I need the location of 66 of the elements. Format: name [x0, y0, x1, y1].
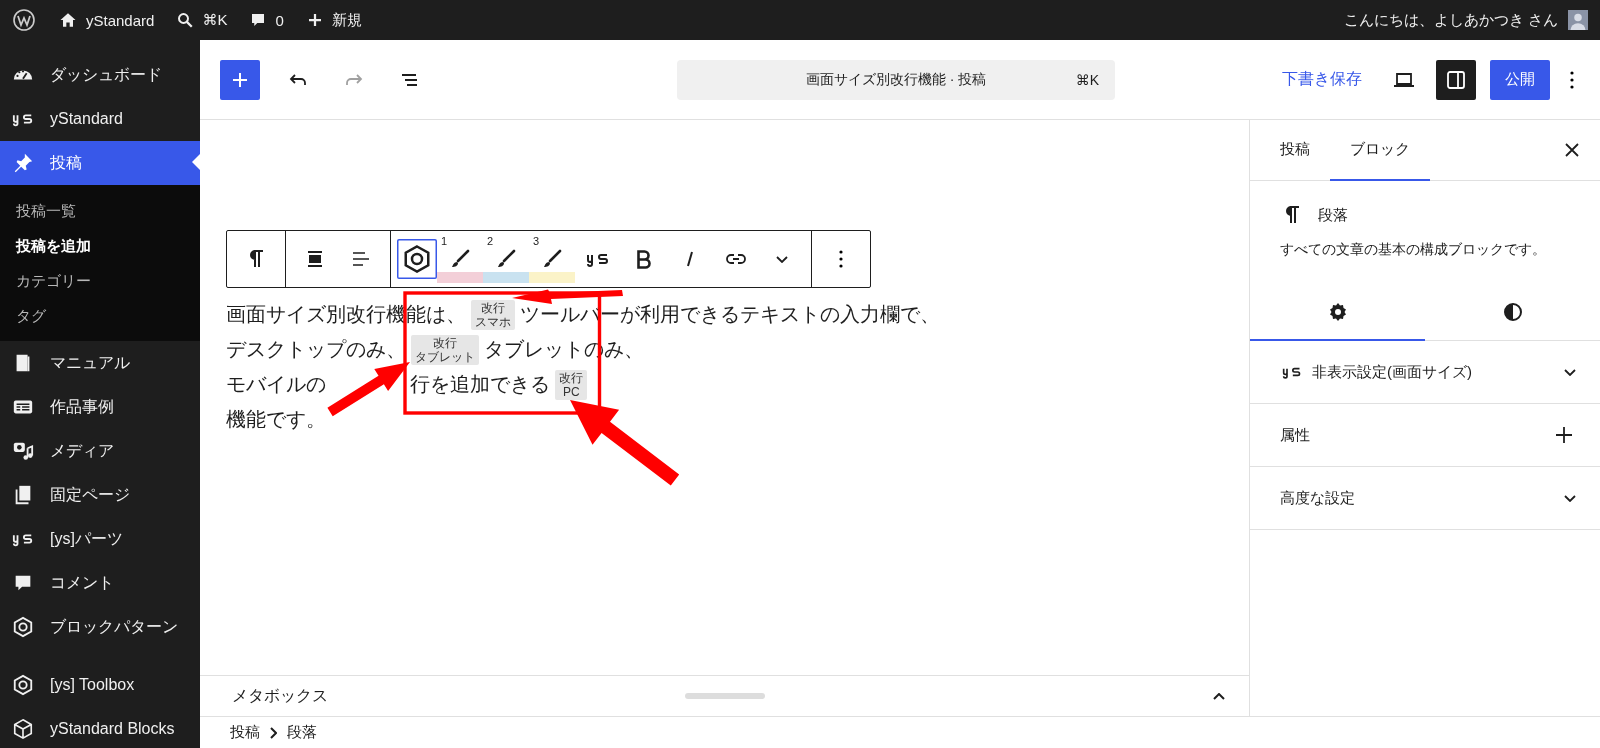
- menu-item[interactable]: yStandard: [0, 97, 200, 141]
- menu-item[interactable]: 投稿: [0, 141, 200, 185]
- line-break-badge: 改行 スマホ: [471, 299, 515, 330]
- submenu-item[interactable]: 投稿を追加: [0, 228, 200, 263]
- submenu-item[interactable]: タグ: [0, 298, 200, 333]
- menu-item[interactable]: メディア: [0, 429, 200, 473]
- submenu-item[interactable]: 投稿一覧: [0, 193, 200, 228]
- menu-item[interactable]: [ys] Toolbox: [0, 663, 200, 707]
- resize-handle[interactable]: [684, 693, 765, 699]
- breadcrumb-link[interactable]: 段落: [287, 723, 317, 742]
- italic-icon: [687, 251, 693, 267]
- metabox-title: メタボックス: [232, 685, 328, 706]
- chevron-right-icon: [270, 726, 277, 739]
- site-link[interactable]: yStandard: [58, 10, 155, 30]
- sidebar-tab[interactable]: ブロック: [1330, 120, 1430, 181]
- sidebar-toggle-button[interactable]: [1436, 59, 1476, 100]
- highlighter-button[interactable]: 2: [483, 235, 529, 283]
- publish-button[interactable]: 公開: [1490, 59, 1550, 100]
- hexagon-icon: [402, 244, 432, 274]
- chevron-up-icon[interactable]: [1213, 692, 1225, 700]
- menu-item[interactable]: 作品事例: [0, 385, 200, 429]
- new-link[interactable]: 新規: [305, 10, 362, 30]
- hexagon-icon: [12, 674, 34, 696]
- paragraph-text: デスクトップのみ、: [226, 337, 406, 362]
- comments-link[interactable]: 0: [249, 11, 284, 29]
- pin-icon: [12, 152, 34, 174]
- line-break-badge: 改行 PC: [555, 369, 588, 400]
- shortcut-label: ⌘K: [1075, 72, 1099, 88]
- wordpress-logo-icon[interactable]: [12, 8, 36, 32]
- panel-toggle[interactable]: 属性: [1250, 404, 1600, 467]
- breadcrumb-link[interactable]: 投稿: [230, 723, 260, 742]
- line-break-badge: 改行 タブレット: [411, 334, 479, 365]
- menu-item[interactable]: yStandard Blocks: [0, 707, 200, 748]
- panel-toggle[interactable]: 非表示設定(画面サイズ): [1250, 341, 1600, 404]
- highlighter-button[interactable]: 3: [529, 235, 575, 283]
- more-tools-icon: [776, 255, 788, 263]
- chevron-down-icon: [1564, 368, 1576, 376]
- block-description: すべての文章の基本の構成ブロックです。: [1280, 241, 1547, 259]
- hexagon-icon: [12, 616, 34, 638]
- menu-item[interactable]: 固定ページ: [0, 473, 200, 517]
- menu-item[interactable]: コメント: [0, 561, 200, 605]
- menu-item[interactable]: ブロックパターン: [0, 605, 200, 649]
- document-title: 画面サイズ別改行機能 · 投稿: [805, 71, 987, 89]
- paragraph-text: 行を追加できる: [410, 372, 551, 397]
- submenu-item[interactable]: カテゴリー: [0, 263, 200, 298]
- command-bar[interactable]: 画面サイズ別改行機能 · 投稿 ⌘K: [677, 60, 1115, 100]
- highlighter-button[interactable]: 1: [437, 235, 483, 283]
- menu-item[interactable]: マニュアル: [0, 341, 200, 385]
- line-break-tool-button[interactable]: [397, 239, 437, 279]
- chevron-down-icon: [1564, 494, 1576, 502]
- search-link[interactable]: ⌘K: [176, 11, 228, 29]
- bold-icon: [637, 249, 651, 269]
- sidebar-tab[interactable]: 投稿: [1260, 120, 1330, 181]
- menu-item[interactable]: [ys]パーツ: [0, 517, 200, 561]
- paragraph-text: 機能です。: [226, 407, 326, 432]
- search-icon: [176, 11, 195, 29]
- media-icon: [12, 440, 34, 462]
- greeting-link[interactable]: こんにちは、よしあかつき さん: [1343, 10, 1558, 30]
- paragraph-text: モバイルの: [226, 372, 326, 397]
- save-draft-button[interactable]: 下書き保存: [1272, 69, 1372, 90]
- cube-icon: [12, 718, 34, 740]
- block-name: 段落: [1318, 205, 1348, 225]
- options-icon: [839, 250, 843, 268]
- add-block-button[interactable]: [220, 59, 260, 100]
- menu-item[interactable]: ダッシュボード: [0, 53, 200, 97]
- panel-toggle[interactable]: 高度な設定: [1250, 467, 1600, 530]
